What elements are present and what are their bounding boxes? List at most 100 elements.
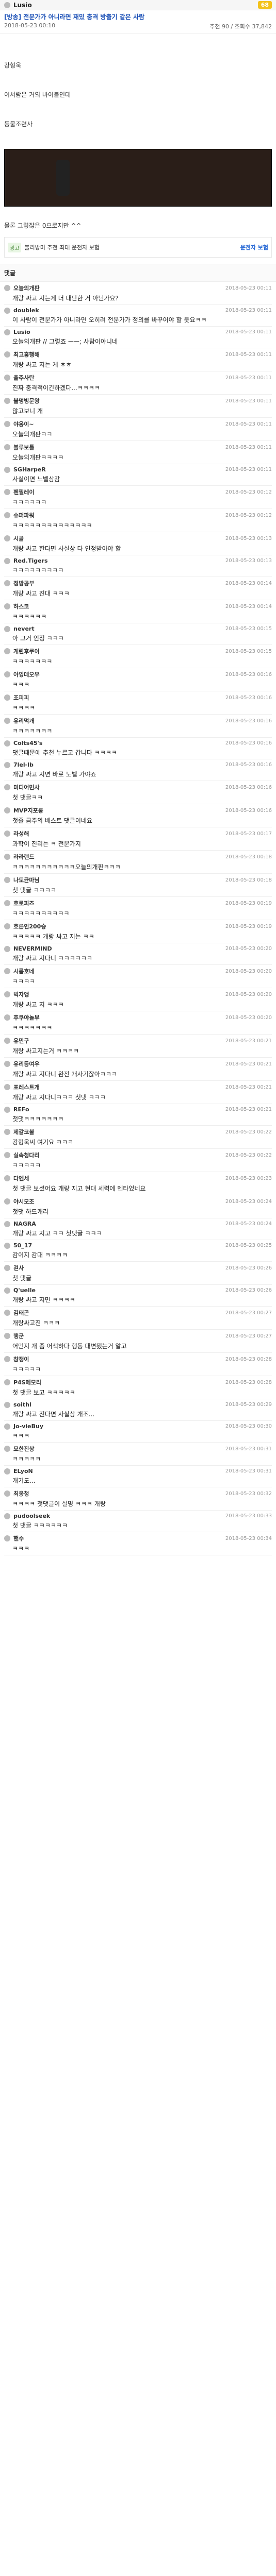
comment-item: 유민구 2018-05-23 00:21 개랑 싸고지는거 ㅋㅋㅋㅋ bbox=[4, 1035, 272, 1058]
post-paragraph-3: 동물조련사 bbox=[4, 121, 33, 128]
comment-author[interactable]: 오늘의개판 bbox=[13, 284, 40, 292]
comment-author[interactable]: ELyoN bbox=[13, 1468, 33, 1475]
comment-author[interactable]: 빅자앵 bbox=[13, 990, 29, 998]
comment-head: 게린후쿠이 2018-05-23 00:15 bbox=[4, 647, 272, 655]
comment-time: 2018-05-23 00:11 bbox=[225, 308, 272, 313]
comment-author[interactable]: 50_17 bbox=[13, 1242, 32, 1249]
comment-head: 아잉데오우 2018-05-23 00:16 bbox=[4, 670, 272, 679]
comment-head: pudoolseek 2018-05-23 00:33 bbox=[4, 1513, 272, 1519]
comment-author[interactable]: REFo bbox=[13, 1106, 29, 1113]
comment-head: Q'uelle 2018-05-23 00:26 bbox=[4, 1287, 272, 1294]
comment-author[interactable]: Jo-vieBuy bbox=[13, 1423, 43, 1430]
comment-item: 라라랜드 2018-05-23 00:18 ㅋㅋㅋㅋㅋㅋㅋㅋㅋㅋㅋ오늘의개판ㅋㅋㅋ bbox=[4, 851, 272, 874]
comment-author[interactable]: 후쿠야놀부 bbox=[13, 1013, 40, 1022]
comment-author[interactable]: Lusio bbox=[13, 329, 30, 335]
comment-author[interactable]: 야시모조 bbox=[13, 1197, 34, 1206]
comment-author[interactable]: 7lel-lb bbox=[13, 761, 34, 768]
comment-author[interactable]: Red.Tigers bbox=[13, 557, 48, 564]
comment-author[interactable]: SGHarpeR bbox=[13, 466, 46, 473]
comment-author[interactable]: NAGRA bbox=[13, 1221, 36, 1227]
comment-author[interactable]: 제갈코볼 bbox=[13, 1128, 34, 1136]
comment-text: 첫 댓글 bbox=[12, 1275, 31, 1282]
comment-author[interactable]: 시골 bbox=[13, 534, 24, 543]
comment-avatar bbox=[4, 784, 10, 790]
comment-author[interactable]: 호른인200승 bbox=[13, 922, 46, 930]
comment-author[interactable]: MVP지포롱 bbox=[13, 806, 43, 815]
comment-author[interactable]: pudoolseek bbox=[13, 1513, 50, 1519]
comment-text: 않고보니 개 bbox=[12, 408, 43, 415]
comment-time: 2018-05-23 00:18 bbox=[225, 877, 272, 883]
comment-time: 2018-05-23 00:31 bbox=[225, 1468, 272, 1474]
comment-author[interactable]: 묘한진상 bbox=[13, 1445, 34, 1453]
comment-text: 개랑 싸고 지는 게 ㅎㅎ bbox=[12, 361, 72, 368]
post-title[interactable]: [방송] 전문가가 아니라면 재밌 충격 방출기 같은 사람 bbox=[4, 12, 272, 21]
comment-author[interactable]: 실속청다리 bbox=[13, 1151, 40, 1159]
comment-author[interactable]: 정방공부 bbox=[13, 579, 34, 587]
comment-author[interactable]: 조피피 bbox=[13, 693, 29, 702]
comment-author[interactable]: 포레스트개 bbox=[13, 1083, 40, 1091]
comment-author[interactable]: 유리먹개 bbox=[13, 717, 34, 725]
comment-time: 2018-05-23 00:21 bbox=[225, 1038, 272, 1044]
comment-time: 2018-05-23 00:21 bbox=[225, 1084, 272, 1090]
comment-avatar bbox=[4, 807, 10, 814]
comment-author[interactable]: 게린후쿠이 bbox=[13, 647, 40, 655]
comment-author[interactable]: 펜필레이 bbox=[13, 488, 34, 496]
comment-author[interactable]: 핸수 bbox=[13, 1534, 24, 1543]
comment-author[interactable]: 슈퍼파워 bbox=[13, 511, 34, 519]
comment-time: 2018-05-23 00:11 bbox=[225, 467, 272, 472]
comment-author[interactable]: 다엔세 bbox=[13, 1174, 29, 1182]
comment-avatar bbox=[4, 1446, 10, 1452]
comment-author[interactable]: 미디어민사 bbox=[13, 783, 40, 791]
comment-item: 하스코 2018-05-23 00:14 ㅋㅋㅋㅋㅋㅋ bbox=[4, 600, 272, 623]
comment-author[interactable]: 행군 bbox=[13, 1332, 24, 1340]
comment-text: 어먼지 개 좀 어색하다 행동 대변됐는거 알고 bbox=[12, 1343, 127, 1350]
comment-time: 2018-05-23 00:16 bbox=[225, 762, 272, 768]
comment-author[interactable]: P4S메모리 bbox=[13, 1378, 41, 1386]
comment-time: 2018-05-23 00:11 bbox=[225, 375, 272, 381]
comment-author[interactable]: 호로피즈 bbox=[13, 899, 34, 907]
comment-author[interactable]: 참쟁이 bbox=[13, 1355, 29, 1363]
comment-author[interactable]: 하스코 bbox=[13, 602, 29, 611]
comment-author[interactable]: Colts45's bbox=[13, 740, 42, 747]
comment-item: 걷사 2018-05-23 00:26 첫 댓글 bbox=[4, 1262, 272, 1285]
comment-author[interactable]: 출주사탄 bbox=[13, 374, 34, 382]
comment-item: 야시모조 2018-05-23 00:24 첫댓 하드캐리 bbox=[4, 1195, 272, 1218]
comment-head: 오늘의개판 2018-05-23 00:11 bbox=[4, 284, 272, 292]
comment-avatar bbox=[4, 1242, 10, 1249]
comment-text: ㅋㅋㅋㅋㅋㅋㅋㅋㅋ bbox=[12, 567, 64, 574]
comment-text: 과학이 진리는 ㅋ 전문가지 bbox=[12, 840, 81, 848]
comment-head: 묘한진상 2018-05-23 00:31 bbox=[4, 1445, 272, 1453]
comment-item: Jo-vieBuy 2018-05-23 00:30 ㅋㅋㅋ bbox=[4, 1421, 272, 1443]
comment-author[interactable]: 최고홍행해 bbox=[13, 350, 40, 359]
comment-text: ㅋㅋㅋ bbox=[12, 1432, 30, 1439]
comment-author[interactable]: 유민구 bbox=[13, 1037, 29, 1045]
comment-author[interactable]: 야옹이~ bbox=[13, 420, 34, 428]
comment-author[interactable]: 아잉데오우 bbox=[13, 670, 40, 679]
comment-author[interactable]: 블루보틀 bbox=[13, 443, 34, 451]
comment-author[interactable]: 최옹청 bbox=[13, 1489, 29, 1498]
comment-author[interactable]: 라라랜드 bbox=[13, 853, 34, 861]
ad-banner[interactable]: 광고 불리방미 추천 최대 운전자 보험 운전자 보험 bbox=[4, 237, 272, 258]
comment-item: 최고홍행해 2018-05-23 00:11 개랑 싸고 지는 게 ㅎㅎ bbox=[4, 348, 272, 371]
comment-item: 정방공부 2018-05-23 00:14 개랑 싸고 진대 ㅋㅋㅋ bbox=[4, 577, 272, 600]
comment-avatar bbox=[4, 625, 10, 632]
comment-author[interactable]: 나도균마님 bbox=[13, 876, 40, 884]
comment-head: 펜필레이 2018-05-23 00:12 bbox=[4, 488, 272, 496]
comment-author[interactable]: soithl bbox=[13, 1401, 31, 1408]
comment-text: 개랑싸고진 ㅋㅋㅋ bbox=[12, 1319, 60, 1327]
comment-author[interactable]: Q'uelle bbox=[13, 1287, 36, 1294]
comment-head: doublek 2018-05-23 00:11 bbox=[4, 307, 272, 314]
comment-author[interactable]: 유리등여우 bbox=[13, 1060, 40, 1068]
comment-author[interactable]: 라성해 bbox=[13, 829, 29, 838]
comment-text: 아 그거 인정 ㅋㅋㅋ bbox=[12, 635, 64, 642]
comment-author[interactable]: doublek bbox=[13, 307, 39, 314]
comment-author[interactable]: 김태곤 bbox=[13, 1309, 29, 1317]
top-bar-nickname: Lusio bbox=[13, 1, 32, 9]
comment-author[interactable]: 걷사 bbox=[13, 1264, 24, 1272]
comment-author[interactable]: 시롬호네 bbox=[13, 967, 34, 975]
comment-author[interactable]: 불멍빙문왕 bbox=[13, 397, 40, 405]
comment-author[interactable]: nevert bbox=[13, 625, 35, 632]
comment-item: 게린후쿠이 2018-05-23 00:15 ㅋㅋㅋㅋㅋㅋㅋ bbox=[4, 645, 272, 668]
comment-author[interactable]: NEVERMIND bbox=[13, 945, 52, 952]
comment-head: 유리먹개 2018-05-23 00:16 bbox=[4, 717, 272, 725]
